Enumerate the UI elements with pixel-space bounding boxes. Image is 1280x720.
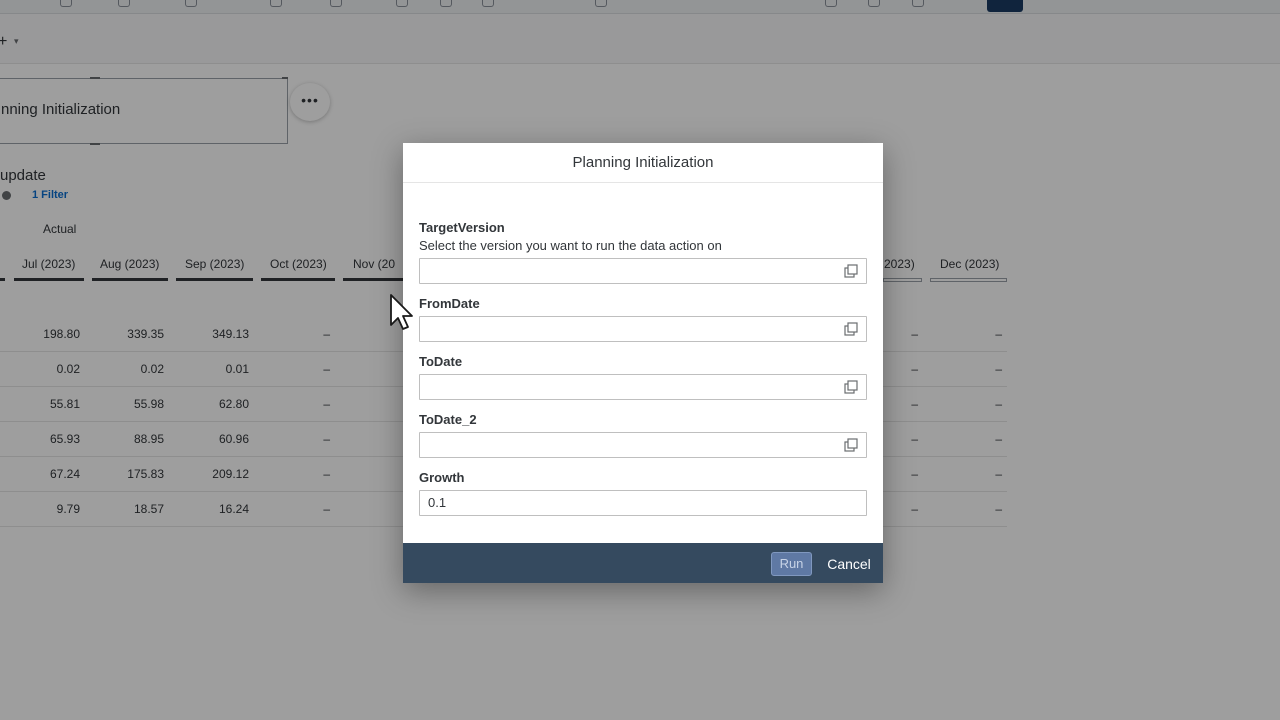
dialog-title: Planning Initialization [403,143,883,183]
to-date-label: ToDate [419,354,463,369]
growth-label: Growth [419,470,465,485]
target-version-input[interactable] [419,258,867,284]
target-version-help: Select the version you want to run the d… [419,238,722,253]
planning-initialization-dialog: Planning Initialization TargetVersion Se… [403,143,883,583]
to-date-2-label: ToDate_2 [419,412,477,427]
mouse-cursor-icon [390,294,413,330]
target-version-label: TargetVersion [419,220,505,235]
growth-input[interactable]: 0.1 [419,490,867,516]
dialog-footer: Run Cancel [403,543,883,583]
value-help-icon[interactable] [844,264,858,278]
from-date-label: FromDate [419,296,480,311]
run-button[interactable]: Run [771,552,812,576]
from-date-input[interactable] [419,316,867,342]
cancel-button[interactable]: Cancel [823,552,875,576]
value-help-icon[interactable] [844,322,858,336]
to-date-input[interactable] [419,374,867,400]
value-help-icon[interactable] [844,438,858,452]
value-help-icon[interactable] [844,380,858,394]
to-date-2-input[interactable] [419,432,867,458]
